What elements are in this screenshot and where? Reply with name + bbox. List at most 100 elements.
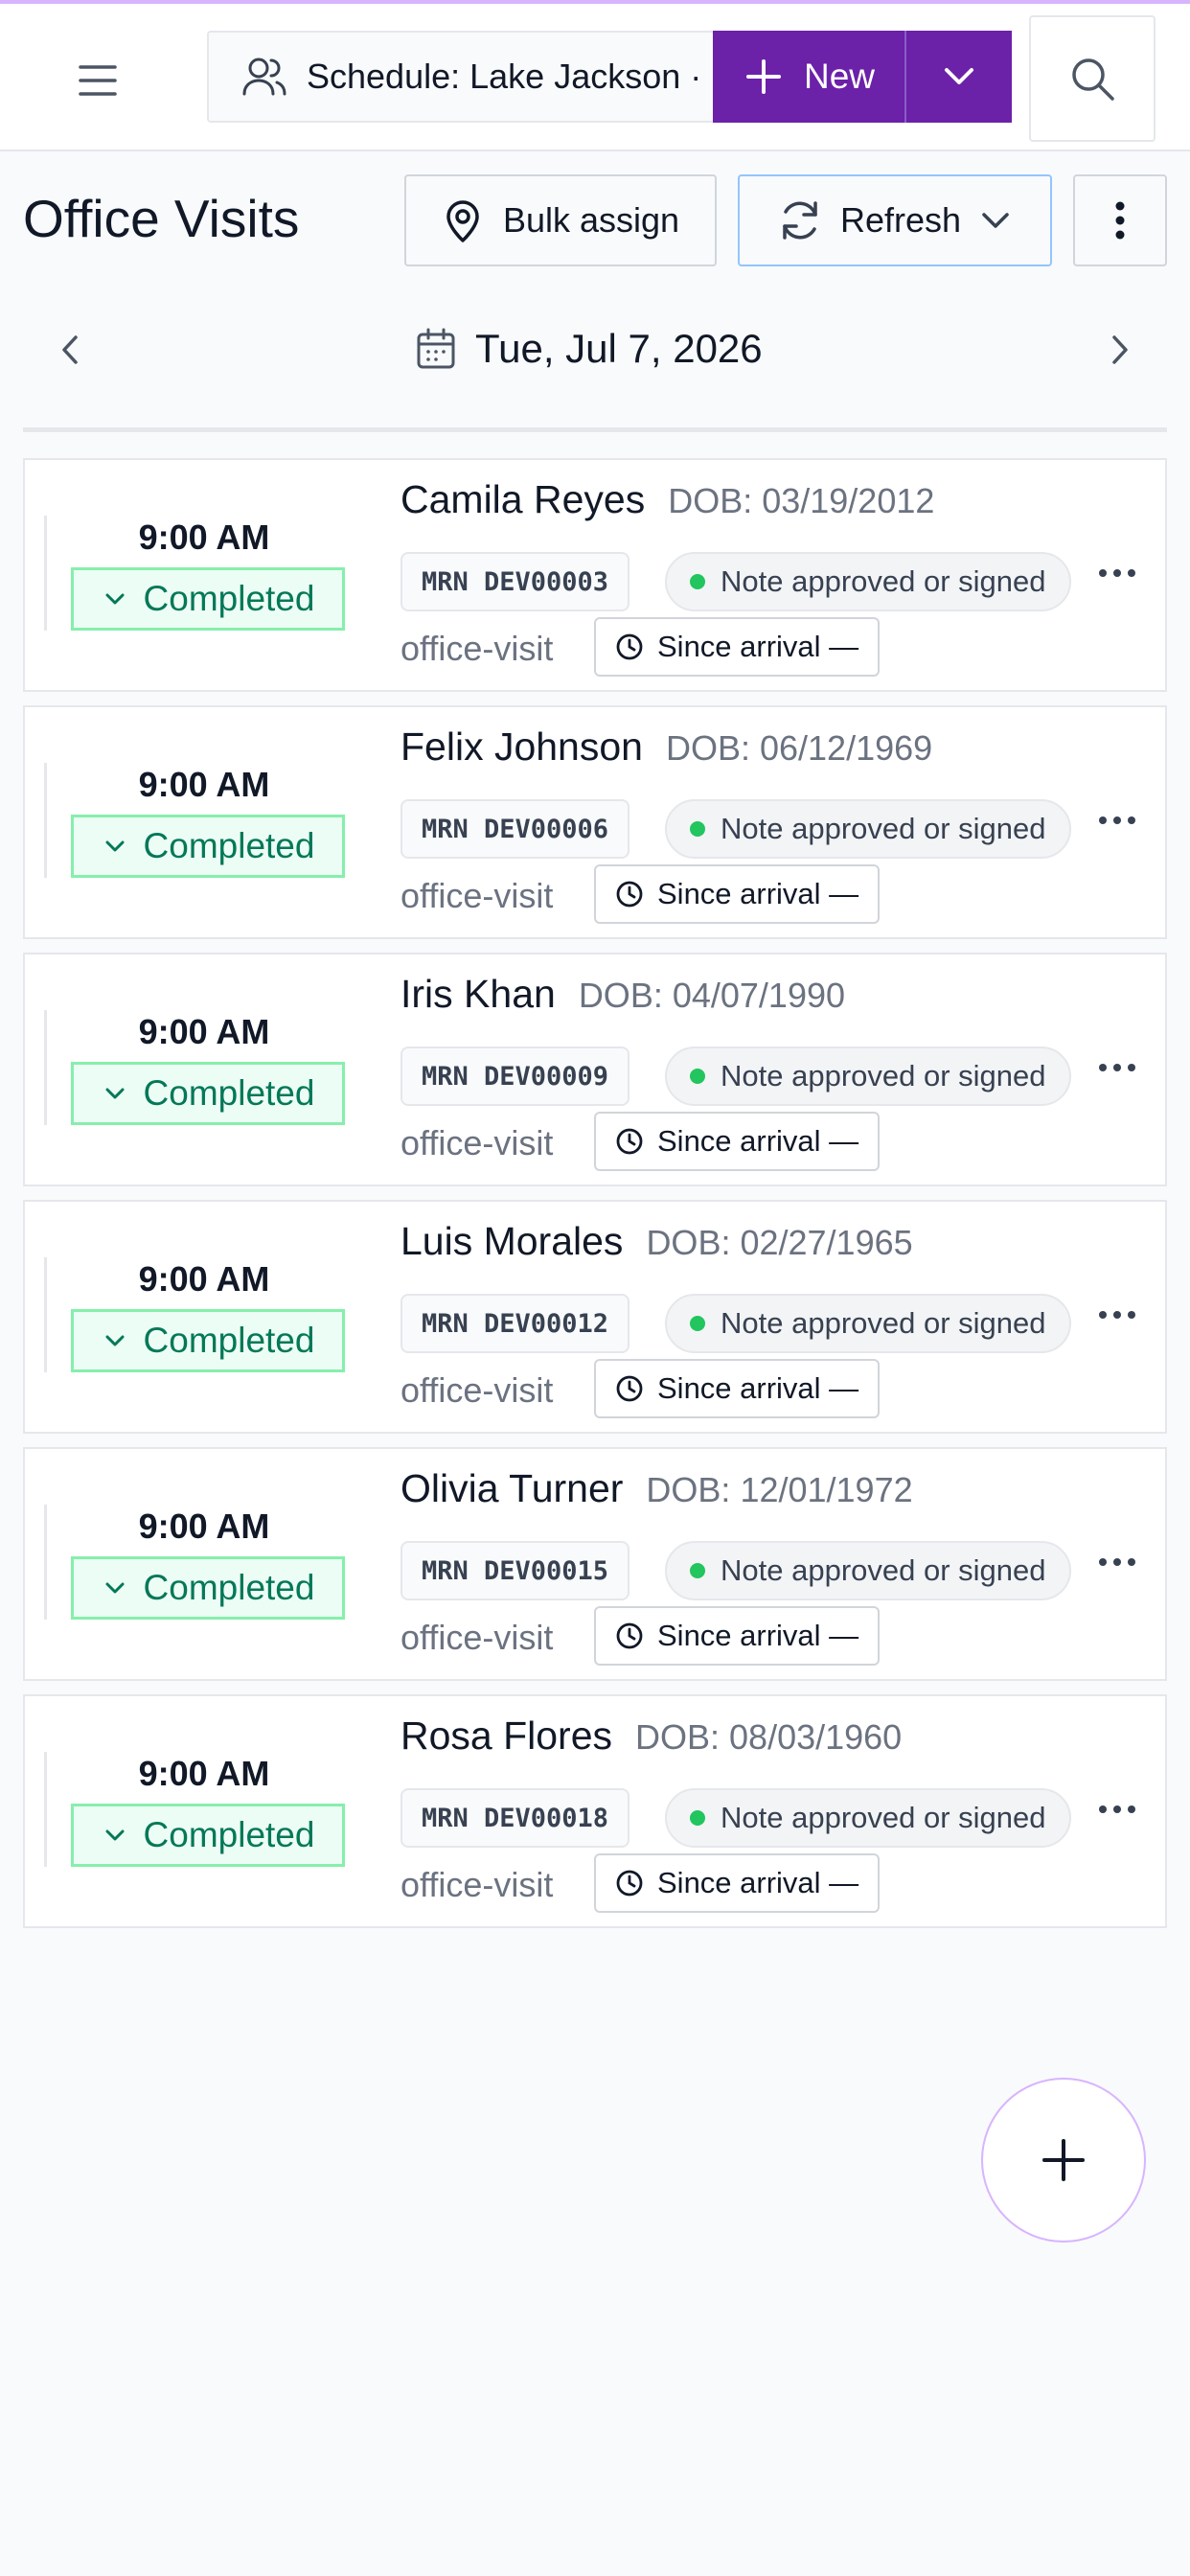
note-status-badge: Note approved or signed: [665, 552, 1071, 611]
status-dropdown[interactable]: Completed: [71, 1556, 345, 1620]
visit-time: 9:00 AM: [138, 765, 270, 804]
patient-name[interactable]: Camila Reyes DOB: 03/19/2012: [400, 477, 934, 522]
note-status-badge: Note approved or signed: [665, 799, 1071, 859]
card-left-border: [44, 763, 47, 878]
chevron-down-icon: [945, 68, 973, 84]
page-title: Office Visits: [23, 189, 300, 248]
note-status-label: Note approved or signed: [721, 1306, 1046, 1340]
row-menu-button[interactable]: [1088, 554, 1146, 592]
patient-name[interactable]: Luis Morales DOB: 02/27/1965: [400, 1219, 913, 1264]
note-status-badge: Note approved or signed: [665, 1046, 1071, 1106]
since-arrival-label: Since arrival —: [657, 877, 859, 910]
visit-time: 9:00 AM: [138, 1754, 270, 1793]
card-left-border: [44, 516, 47, 631]
since-arrival-label: Since arrival —: [657, 1619, 859, 1652]
status-dot: [690, 1563, 705, 1578]
patient-name-text: Olivia Turner: [400, 1466, 624, 1510]
note-status-badge: Note approved or signed: [665, 1294, 1071, 1353]
row-menu-button[interactable]: [1088, 1048, 1146, 1087]
patient-name-text: Iris Khan: [400, 972, 556, 1016]
next-day-button[interactable]: [1092, 322, 1148, 378]
visit-card[interactable]: 9:00 AM Completed Luis Morales DOB: 02/27…: [23, 1200, 1167, 1434]
status-dropdown[interactable]: Completed: [71, 1804, 345, 1867]
chevron-down-icon: [982, 213, 1009, 228]
since-arrival-badge: Since arrival —: [594, 1359, 881, 1418]
visit-type: office-visit: [400, 1123, 554, 1162]
more-horizontal-icon: [1099, 1064, 1135, 1071]
previous-day-button[interactable]: [42, 322, 98, 378]
chevron-down-icon: [105, 1088, 125, 1099]
patient-name-text: Luis Morales: [400, 1219, 624, 1263]
patient-name[interactable]: Rosa Flores DOB: 08/03/1960: [400, 1714, 902, 1759]
visit-card[interactable]: 9:00 AM Completed Felix Johnson DOB: 06/1…: [23, 705, 1167, 939]
new-dropdown-button[interactable]: [906, 31, 1012, 123]
patient-name[interactable]: Olivia Turner DOB: 12/01/1972: [400, 1466, 913, 1511]
bulk-assign-button[interactable]: Bulk assign: [404, 174, 717, 266]
status-dropdown[interactable]: Completed: [71, 1062, 345, 1125]
note-status-label: Note approved or signed: [721, 812, 1046, 845]
patient-dob: DOB: 06/12/1969: [665, 728, 933, 768]
chevron-down-icon: [105, 1829, 125, 1841]
mrn-badge: MRN DEV00018: [400, 1788, 630, 1848]
patient-name-text: Felix Johnson: [400, 724, 643, 769]
current-date: Tue, Jul 7, 2026: [475, 326, 763, 371]
clock-icon: [616, 1870, 643, 1897]
visit-card[interactable]: 9:00 AM Completed Camila Reyes DOB: 03/19…: [23, 458, 1167, 692]
more-horizontal-icon: [1099, 1311, 1135, 1319]
refresh-button[interactable]: Refresh: [738, 174, 1052, 266]
visit-time: 9:00 AM: [138, 1259, 270, 1299]
status-label: Completed: [143, 1568, 315, 1607]
status-dropdown[interactable]: Completed: [71, 1309, 345, 1372]
add-visit-fab[interactable]: [981, 2078, 1146, 2242]
more-options-button[interactable]: [1073, 174, 1167, 266]
patient-name[interactable]: Iris Khan DOB: 04/07/1990: [400, 972, 845, 1017]
patient-dob: DOB: 08/03/1960: [635, 1717, 903, 1757]
card-left-border: [44, 1010, 47, 1125]
status-dot: [690, 1316, 705, 1331]
row-menu-button[interactable]: [1088, 1790, 1146, 1828]
chevron-left-icon: [62, 335, 78, 364]
since-arrival-badge: Since arrival —: [594, 1606, 881, 1666]
row-menu-button[interactable]: [1088, 1296, 1146, 1334]
row-menu-button[interactable]: [1088, 801, 1146, 840]
visit-card[interactable]: 9:00 AM Completed Olivia Turner DOB: 12/0…: [23, 1447, 1167, 1681]
patient-name[interactable]: Felix Johnson DOB: 06/12/1969: [400, 724, 932, 770]
more-horizontal-icon: [1099, 569, 1135, 577]
status-dropdown[interactable]: Completed: [71, 815, 345, 878]
status-dropdown[interactable]: Completed: [71, 567, 345, 631]
new-button[interactable]: New: [713, 31, 906, 123]
clock-icon: [616, 633, 643, 660]
since-arrival-label: Since arrival —: [657, 1371, 859, 1405]
visit-time: 9:00 AM: [138, 1506, 270, 1546]
note-status-badge: Note approved or signed: [665, 1541, 1071, 1600]
since-arrival-badge: Since arrival —: [594, 617, 881, 677]
date-picker[interactable]: Tue, Jul 7, 2026: [416, 318, 763, 380]
refresh-icon: [783, 201, 817, 240]
row-menu-button[interactable]: [1088, 1543, 1146, 1581]
visit-type: office-visit: [400, 1370, 554, 1410]
visit-card[interactable]: 9:00 AM Completed Rosa Flores DOB: 08/03/…: [23, 1694, 1167, 1928]
card-left-border: [44, 1752, 47, 1867]
more-vertical-icon: [1115, 201, 1125, 240]
since-arrival-label: Since arrival —: [657, 630, 859, 663]
mrn-badge: MRN DEV00012: [400, 1294, 630, 1353]
refresh-label: Refresh: [839, 200, 962, 240]
divider: [23, 427, 1167, 432]
calendar-icon: [417, 328, 455, 369]
patient-name-text: Camila Reyes: [400, 477, 646, 521]
date-navigator: Tue, Jul 7, 2026: [23, 297, 1167, 402]
hamburger-button[interactable]: [59, 52, 136, 109]
status-dot: [690, 1810, 705, 1826]
status-label: Completed: [143, 1815, 315, 1854]
status-dot: [690, 574, 705, 589]
chevron-down-icon: [105, 1335, 125, 1346]
chevron-right-icon: [1112, 335, 1128, 364]
note-status-label: Note approved or signed: [721, 564, 1046, 598]
schedule-selector[interactable]: Schedule: Lake Jackson ·: [207, 31, 715, 123]
clock-icon: [616, 1128, 643, 1155]
visit-card[interactable]: 9:00 AM Completed Iris Khan DOB: 04/07/19…: [23, 953, 1167, 1186]
search-icon: [1072, 58, 1114, 101]
hamburger-icon: [79, 65, 117, 96]
search-button[interactable]: [1029, 15, 1156, 142]
visit-type: office-visit: [400, 629, 554, 668]
